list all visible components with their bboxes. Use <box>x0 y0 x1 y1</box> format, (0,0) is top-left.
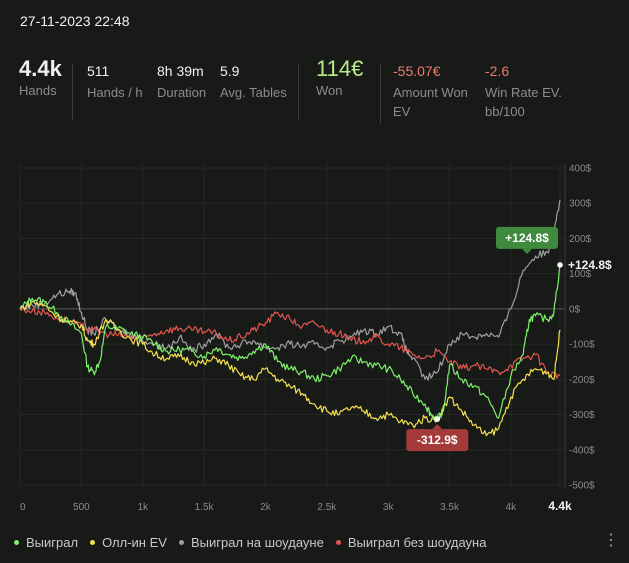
x-tick-label: 4k <box>506 502 518 513</box>
legend-label: Олл-ин EV <box>102 535 167 550</box>
series-line <box>19 306 561 379</box>
x-tick-label: 2k <box>260 502 272 513</box>
y-tick-label: 0$ <box>569 304 581 315</box>
x-tick-label: 1.5k <box>195 502 215 513</box>
session-date: 27-11-2023 22:48 <box>20 13 130 29</box>
legend-label: Выиграл на шоудауне <box>190 535 324 550</box>
y-tick-label: -500$ <box>569 481 595 492</box>
chart-series <box>19 199 561 437</box>
stat-hands-per-hour-label: Hands / h <box>87 85 143 100</box>
stat-hands-per-hour-value: 511 <box>87 63 110 79</box>
y-tick-label: 200$ <box>569 234 592 245</box>
stat-won-value: 114€ <box>316 56 364 81</box>
x-axis: 0 500 1k 1.5k 2k 2.5k 3k 3.5k 4k 4.4k <box>20 499 572 513</box>
stat-hands: 4.4k Hands <box>19 56 62 100</box>
stat-amount-won-ev-label: Amount Won EV <box>393 85 468 119</box>
stat-duration-label: Duration <box>157 85 207 100</box>
x-tick-label: 0 <box>20 502 26 513</box>
y-tick-label: 300$ <box>569 199 592 210</box>
y-tick-label: -300$ <box>569 410 595 421</box>
end-value-label: +124.8$ <box>568 258 612 272</box>
stat-won-label: Won <box>316 83 343 98</box>
stat-win-rate-ev: -2.6 Win Rate EV. bb/100 <box>485 62 565 121</box>
y-tick-label: -100$ <box>569 340 595 351</box>
legend-item-allin-ev[interactable]: Олл-ин EV <box>90 535 167 550</box>
more-vertical-icon[interactable]: ⋮ <box>603 532 619 550</box>
annotation-label: +124.8$ <box>505 231 549 245</box>
stats-divider <box>298 64 299 120</box>
stat-duration-value: 8h 39m <box>157 63 204 79</box>
stat-duration: 8h 39m Duration <box>157 62 206 102</box>
stat-win-rate-ev-value: -2.6 <box>485 63 510 79</box>
x-tick-label: 3k <box>383 502 395 513</box>
y-axis: 400$300$200$100$0$-100$-200$-300$-400$-5… <box>569 164 595 492</box>
legend-dot-icon <box>14 540 19 545</box>
legend-item-non-showdown[interactable]: Выиграл без шоудауна <box>335 535 487 550</box>
x-tick-label: 4.4k <box>548 499 572 513</box>
y-tick-label: 400$ <box>569 164 592 175</box>
y-tick-label: -400$ <box>569 445 595 456</box>
stats-row: 4.4k Hands 511 Hands / h 8h 39m Duration… <box>0 56 629 142</box>
stat-win-rate-ev-label: Win Rate EV. bb/100 <box>485 85 562 119</box>
annotation-point <box>434 416 441 422</box>
stat-amount-won-ev-value: -55.07€ <box>393 63 441 79</box>
x-tick-label: 3.5k <box>440 502 460 513</box>
stat-avg-tables: 5.9 Avg. Tables <box>220 62 287 102</box>
y-tick-label: -200$ <box>569 375 595 386</box>
legend-dot-icon <box>90 540 96 545</box>
x-tick-label: 500 <box>73 502 90 513</box>
legend-label: Выиграл без шоудауна <box>347 535 487 550</box>
annotation-pointer <box>522 248 532 254</box>
annotation-pointer <box>432 424 443 430</box>
legend-item-showdown[interactable]: Выиграл на шоудауне <box>178 535 324 550</box>
legend-dot-icon <box>335 540 341 545</box>
stats-divider <box>72 64 73 120</box>
stat-won: 114€ Won <box>316 56 363 100</box>
legend-dot-icon <box>178 540 184 545</box>
stat-amount-won-ev: -55.07€ Amount Won EV <box>393 62 478 121</box>
legend-item-won[interactable]: Выиграл <box>14 535 78 550</box>
x-tick-label: 2.5k <box>317 502 337 513</box>
stat-hands-label: Hands <box>19 83 57 98</box>
annotation-label: -312.9$ <box>417 433 458 447</box>
chart-legend: Выиграл Олл-ин EV Выиграл на шоудауне Вы… <box>14 535 486 550</box>
stats-divider <box>380 64 381 124</box>
stat-avg-tables-value: 5.9 <box>220 63 240 79</box>
annotation-point <box>557 262 563 268</box>
stat-hands-value: 4.4k <box>19 56 62 81</box>
x-tick-label: 1k <box>137 502 149 513</box>
stat-avg-tables-label: Avg. Tables <box>220 85 287 100</box>
stat-hands-per-hour: 511 Hands / h <box>87 62 143 102</box>
bankroll-chart: 0 500 1k 1.5k 2k 2.5k 3k 3.5k 4k 4.4k 400$ 300$ 200… <box>19 163 612 513</box>
legend-label: Выиграл <box>26 535 79 550</box>
